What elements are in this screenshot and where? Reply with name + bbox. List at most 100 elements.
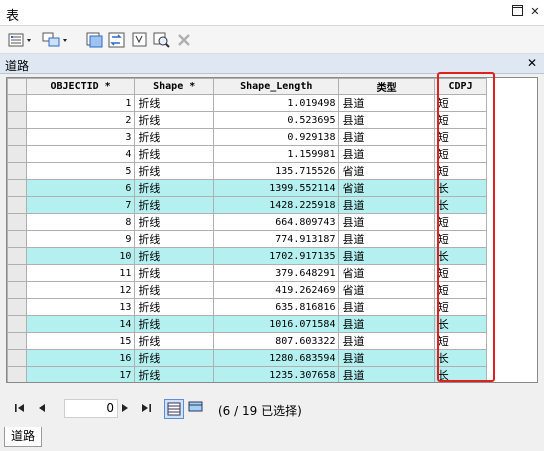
cell-shape[interactable]: 折线 — [134, 162, 215, 180]
cell-objectid[interactable]: 8 — [25, 213, 136, 231]
table-row[interactable]: 3 折线 0.929138 县道短 — [7, 128, 537, 146]
cell-shape[interactable]: 折线 — [134, 349, 215, 367]
cell-objectid[interactable]: 14 — [25, 315, 136, 333]
cell-type[interactable]: 县道 — [338, 332, 435, 350]
cell-shape-length[interactable]: 419.262469 — [213, 281, 340, 299]
cell-cdpj[interactable]: 短 — [433, 298, 488, 316]
cell-shape[interactable]: 折线 — [134, 247, 215, 265]
table-row[interactable]: 7 折线 1428.225918 县道长 — [7, 196, 537, 214]
row-selector-header[interactable] — [7, 78, 27, 95]
cell-cdpj[interactable]: 长 — [433, 196, 488, 214]
cell-type[interactable]: 省道 — [338, 162, 435, 180]
show-all-records-icon[interactable] — [164, 399, 184, 419]
row-selector[interactable] — [7, 281, 27, 299]
close-icon[interactable]: ✕ — [527, 56, 537, 70]
cell-cdpj[interactable]: 短 — [433, 332, 488, 350]
cell-shape-length[interactable]: 1702.917135 — [213, 247, 340, 265]
row-selector[interactable] — [7, 128, 27, 146]
cell-objectid[interactable]: 4 — [25, 145, 136, 163]
cell-cdpj[interactable]: 短 — [433, 94, 488, 112]
table-row[interactable]: 1 折线 1.019498 县道短 — [7, 94, 537, 112]
row-selector[interactable] — [7, 111, 27, 129]
table-row[interactable]: 16 折线 1280.683594 县道长 — [7, 349, 537, 367]
cell-type[interactable]: 县道 — [338, 315, 435, 333]
row-selector[interactable] — [7, 298, 27, 316]
cell-shape-length[interactable]: 1235.307658 — [213, 366, 340, 382]
cell-shape[interactable]: 折线 — [134, 315, 215, 333]
cell-cdpj[interactable]: 长 — [433, 247, 488, 265]
cell-shape-length[interactable]: 1280.683594 — [213, 349, 340, 367]
cell-objectid[interactable]: 9 — [25, 230, 136, 248]
cell-shape[interactable]: 折线 — [134, 230, 215, 248]
cell-type[interactable]: 县道 — [338, 196, 435, 214]
cell-type[interactable]: 省道 — [338, 264, 435, 282]
row-selector[interactable] — [7, 315, 27, 333]
table-row[interactable]: 17 折线 1235.307658 县道长 — [7, 366, 537, 382]
current-record-field[interactable]: 0 — [64, 399, 118, 418]
row-selector[interactable] — [7, 94, 27, 112]
cell-type[interactable]: 县道 — [338, 213, 435, 231]
cell-cdpj[interactable]: 短 — [433, 162, 488, 180]
row-selector[interactable] — [7, 162, 27, 180]
cell-shape[interactable]: 折线 — [134, 264, 215, 282]
cell-shape[interactable]: 折线 — [134, 111, 215, 129]
cell-shape-length[interactable]: 0.523695 — [213, 111, 340, 129]
cell-cdpj[interactable]: 长 — [433, 315, 488, 333]
row-selector[interactable] — [7, 332, 27, 350]
zoom-to-selected-button[interactable] — [153, 31, 171, 49]
row-selector[interactable] — [7, 349, 27, 367]
row-selector[interactable] — [7, 213, 27, 231]
restore-icon[interactable] — [510, 5, 524, 19]
cell-shape[interactable]: 折线 — [134, 332, 215, 350]
cell-type[interactable]: 县道 — [338, 247, 435, 265]
table-row[interactable]: 12 折线 419.262469 省道短 — [7, 281, 537, 299]
row-selector[interactable] — [7, 196, 27, 214]
cell-shape[interactable]: 折线 — [134, 196, 215, 214]
table-row[interactable]: 11 折线 379.648291 省道短 — [7, 264, 537, 282]
cell-objectid[interactable]: 7 — [25, 196, 136, 214]
cell-cdpj[interactable]: 短 — [433, 145, 488, 163]
cell-shape-length[interactable]: 379.648291 — [213, 264, 340, 282]
cell-objectid[interactable]: 11 — [25, 264, 136, 282]
table-row[interactable]: 15 折线 807.603322 县道短 — [7, 332, 537, 350]
related-tables-button[interactable] — [42, 31, 70, 49]
cell-type[interactable]: 省道 — [338, 281, 435, 299]
delete-selected-button[interactable] — [177, 31, 191, 49]
close-icon[interactable]: ✕ — [528, 5, 542, 19]
cell-shape-length[interactable]: 1.159981 — [213, 145, 340, 163]
cell-shape-length[interactable]: 774.913187 — [213, 230, 340, 248]
table-options-button[interactable] — [8, 31, 34, 49]
cell-type[interactable]: 县道 — [338, 145, 435, 163]
cell-cdpj[interactable]: 长 — [433, 349, 488, 367]
table-row[interactable]: 10 折线 1702.917135 县道长 — [7, 247, 537, 265]
switch-selection-button[interactable] — [108, 31, 126, 49]
cell-shape[interactable]: 折线 — [134, 281, 215, 299]
last-record-icon[interactable] — [140, 403, 152, 416]
cell-cdpj[interactable]: 短 — [433, 111, 488, 129]
cell-shape[interactable]: 折线 — [134, 366, 215, 382]
row-selector[interactable] — [7, 264, 27, 282]
cell-type[interactable]: 县道 — [338, 230, 435, 248]
table-row[interactable]: 5 折线 135.715526 省道短 — [7, 162, 537, 180]
row-selector[interactable] — [7, 230, 27, 248]
cell-cdpj[interactable]: 长 — [433, 366, 488, 382]
cell-type[interactable]: 县道 — [338, 349, 435, 367]
cell-shape-length[interactable]: 0.929138 — [213, 128, 340, 146]
table-row[interactable]: 6 折线 1399.552114 省道长 — [7, 179, 537, 197]
cell-objectid[interactable]: 15 — [25, 332, 136, 350]
cell-shape-length[interactable]: 1.019498 — [213, 94, 340, 112]
table-row[interactable]: 13 折线 635.816816 县道短 — [7, 298, 537, 316]
cell-objectid[interactable]: 12 — [25, 281, 136, 299]
cell-shape[interactable]: 折线 — [134, 298, 215, 316]
cell-cdpj[interactable]: 短 — [433, 230, 488, 248]
table-row[interactable]: 8 折线 664.809743 县道短 — [7, 213, 537, 231]
cell-shape[interactable]: 折线 — [134, 179, 215, 197]
cell-type[interactable]: 县道 — [338, 94, 435, 112]
clear-selection-button[interactable] — [132, 31, 148, 49]
cell-objectid[interactable]: 5 — [25, 162, 136, 180]
cell-shape[interactable]: 折线 — [134, 213, 215, 231]
cell-cdpj[interactable]: 短 — [433, 128, 488, 146]
cell-cdpj[interactable]: 短 — [433, 281, 488, 299]
cell-type[interactable]: 县道 — [338, 128, 435, 146]
row-selector[interactable] — [7, 179, 27, 197]
